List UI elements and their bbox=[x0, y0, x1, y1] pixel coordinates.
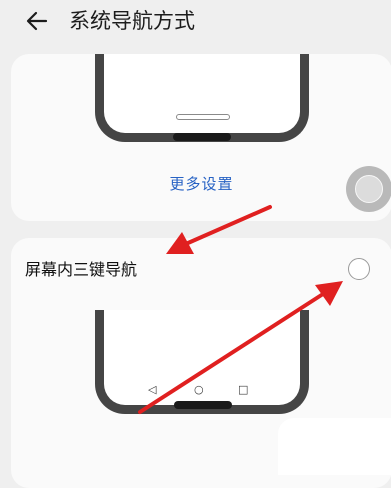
recent-key-icon: □ bbox=[238, 383, 249, 396]
gesture-bar-icon bbox=[176, 114, 230, 120]
phone-speaker-pill bbox=[174, 401, 232, 409]
gesture-navigation-card[interactable]: 更多设置 bbox=[11, 54, 391, 221]
phone-bottom-edge bbox=[94, 132, 310, 142]
page-title: 系统导航方式 bbox=[69, 9, 195, 33]
back-key-icon: ◁ bbox=[148, 383, 157, 396]
home-key-icon: ○ bbox=[194, 383, 204, 396]
header-bar: 系统导航方式 bbox=[0, 0, 391, 44]
three-key-radio-button[interactable] bbox=[348, 258, 370, 280]
three-key-navigation-label: 屏幕内三键导航 bbox=[25, 260, 138, 279]
bottom-panel bbox=[278, 418, 391, 475]
floating-navigation-dock[interactable] bbox=[346, 166, 391, 212]
phone-speaker-pill bbox=[173, 133, 231, 141]
three-key-phone-illustration: ◁ ○ □ bbox=[95, 310, 309, 414]
nav-keys-row: ◁ ○ □ bbox=[104, 383, 300, 397]
more-settings-link[interactable]: 更多设置 bbox=[11, 173, 391, 194]
floating-dock-inner-icon bbox=[355, 175, 383, 203]
gesture-phone-illustration bbox=[95, 54, 309, 142]
arrow-left-icon[interactable] bbox=[22, 6, 52, 36]
